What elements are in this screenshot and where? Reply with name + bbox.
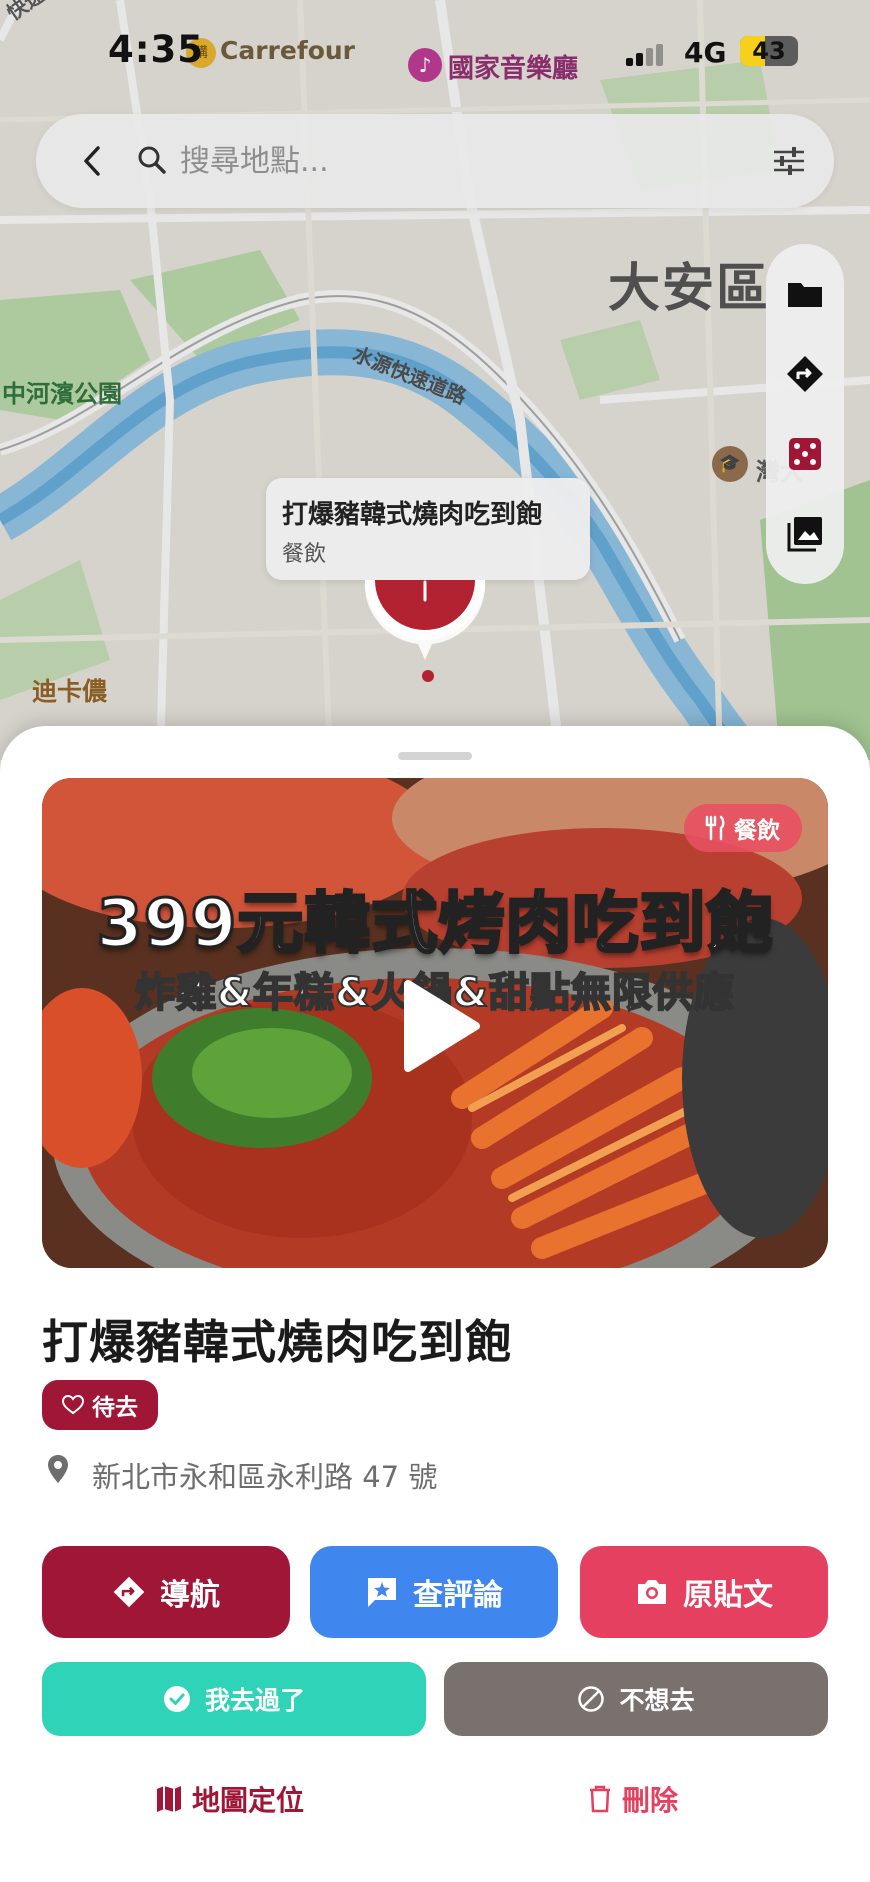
been-there-button[interactable]: 我去過了 <box>42 1662 426 1736</box>
navigate-button-label: 導航 <box>160 1578 220 1613</box>
review-star-bubble-icon <box>368 1578 396 1607</box>
school-poi-icon: 🎓 <box>712 446 748 482</box>
map-toolbar <box>766 244 844 584</box>
location-pin-icon <box>48 1455 68 1483</box>
place-detail-sheet: 399元韓式烤肉吃到飽 炸雞&年糕&火鍋&甜點無限供應 餐飲 打爆豬韓式燒肉吃到… <box>0 726 870 1882</box>
dice-icon[interactable] <box>785 434 825 474</box>
search-icon <box>138 146 166 174</box>
block-icon <box>578 1686 605 1712</box>
delete-link[interactable]: 刪除 <box>588 1776 678 1822</box>
map-view[interactable]: 快速道 購 Carrefour ♪ 國家音樂廳 大安區 中河濱公園 水源快速道路… <box>0 0 870 760</box>
status-chip-want-to-go[interactable]: 待去 <box>42 1380 158 1430</box>
place-address: 新北市永和區永利路 47 號 <box>92 1460 438 1494</box>
video-overlay-headline: 399元韓式烤肉吃到飽 <box>95 884 774 964</box>
place-title: 打爆豬韓式燒肉吃到飽 <box>42 1315 512 1369</box>
status-chip-label: 待去 <box>92 1395 138 1421</box>
original-post-button[interactable]: 原貼文 <box>580 1546 828 1638</box>
map-label-decathlon[interactable]: 迪卡儂 <box>32 672 107 708</box>
trash-icon <box>590 1785 610 1813</box>
navigate-button[interactable]: 導航 <box>42 1546 290 1638</box>
battery-icon: 43 <box>740 36 798 66</box>
status-time: 4:35 <box>108 28 205 71</box>
search-bar <box>36 114 834 208</box>
map-icon <box>157 1786 181 1812</box>
play-icon[interactable] <box>394 976 484 1076</box>
map-label-park[interactable]: 中河濱公園 <box>2 374 122 409</box>
signal-icon <box>626 44 666 66</box>
directions-icon[interactable] <box>785 354 825 394</box>
search-input[interactable] <box>180 132 740 190</box>
camera-icon <box>638 1580 666 1604</box>
music-poi-icon: ♪ <box>408 48 442 82</box>
not-interested-button-label: 不想去 <box>619 1686 695 1715</box>
folder-icon[interactable] <box>785 274 825 314</box>
heart-outline-icon <box>62 1395 84 1415</box>
map-locate-link[interactable]: 地圖定位 <box>156 1776 304 1822</box>
place-video-thumbnail[interactable]: 399元韓式烤肉吃到飽 炸雞&年糕&火鍋&甜點無限供應 餐飲 <box>42 778 828 1268</box>
directions-icon <box>113 1576 145 1608</box>
delete-label: 刪除 <box>622 1784 679 1817</box>
map-label-concert-hall[interactable]: 國家音樂廳 <box>448 48 578 85</box>
network-type: 4G <box>684 36 727 69</box>
category-badge: 餐飲 <box>684 804 802 852</box>
reviews-button[interactable]: 查評論 <box>310 1546 558 1638</box>
callout-category: 餐飲 <box>282 542 327 567</box>
sheet-drag-handle[interactable] <box>398 752 472 760</box>
map-label-district: 大安區 <box>608 259 771 319</box>
callout-title: 打爆豬韓式燒肉吃到飽 <box>282 500 543 530</box>
filter-sliders-icon[interactable] <box>766 138 812 184</box>
original-post-button-label: 原貼文 <box>683 1578 773 1613</box>
map-label-carrefour[interactable]: Carrefour <box>220 36 355 65</box>
not-interested-button[interactable]: 不想去 <box>444 1662 828 1736</box>
category-badge-label: 餐飲 <box>734 818 780 844</box>
map-locate-label: 地圖定位 <box>192 1784 305 1817</box>
photo-library-icon[interactable] <box>785 514 825 554</box>
reviews-button-label: 查評論 <box>413 1578 503 1613</box>
back-arrow-icon[interactable] <box>70 138 116 184</box>
battery-percent: 43 <box>752 37 786 65</box>
check-circle-icon <box>163 1686 190 1712</box>
map-pin-icon[interactable] <box>360 552 490 692</box>
been-there-button-label: 我去過了 <box>204 1686 305 1715</box>
utensils-icon <box>705 815 725 841</box>
